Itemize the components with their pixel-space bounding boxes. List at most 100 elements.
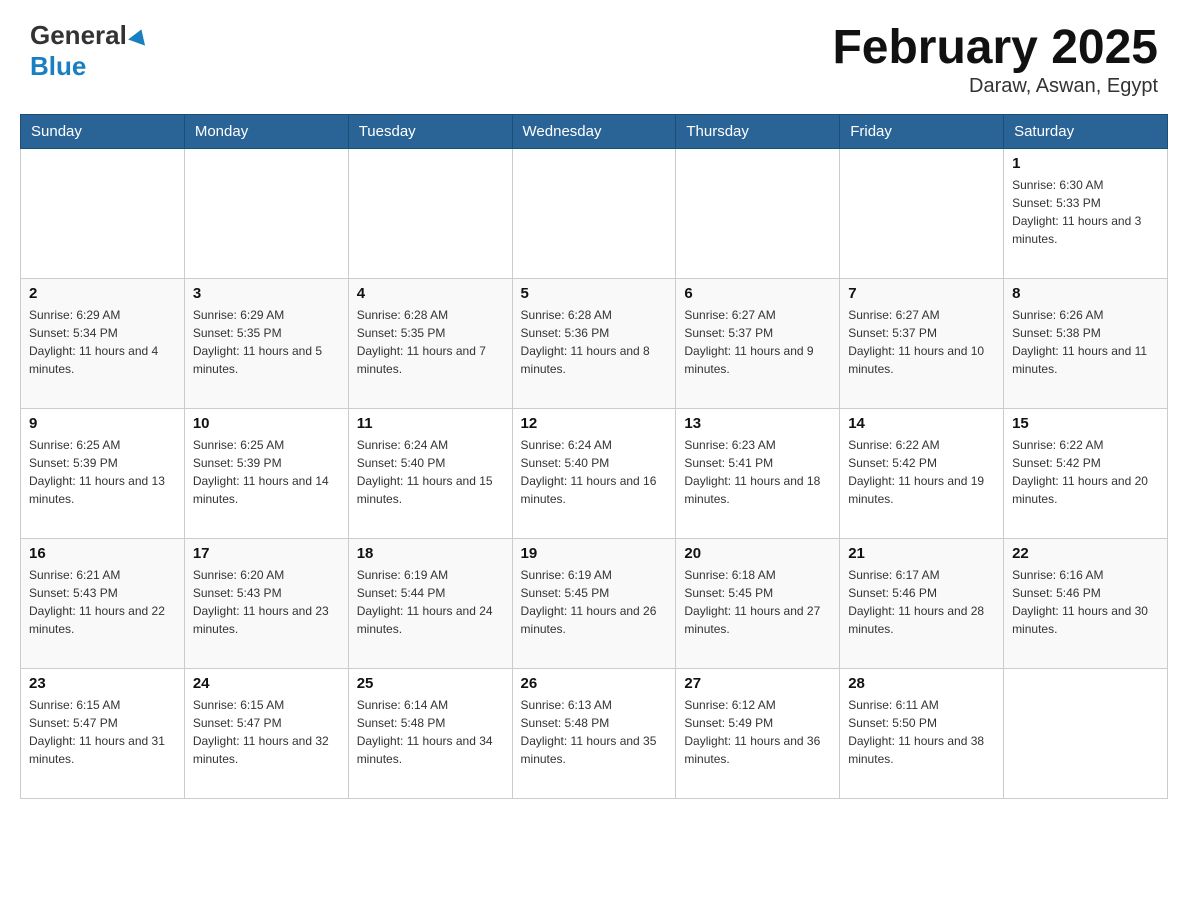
calendar-table: Sunday Monday Tuesday Wednesday Thursday… xyxy=(20,114,1168,799)
calendar-cell: 15 Sunrise: 6:22 AMSunset: 5:42 PMDayligh… xyxy=(1004,409,1168,539)
logo-general: General xyxy=(30,20,127,51)
day-number: 14 xyxy=(848,415,995,432)
day-info: Sunrise: 6:29 AMSunset: 5:34 PMDaylight:… xyxy=(29,306,176,378)
day-number: 3 xyxy=(193,285,340,302)
calendar-cell: 26 Sunrise: 6:13 AMSunset: 5:48 PMDayligh… xyxy=(512,669,676,799)
day-info: Sunrise: 6:27 AMSunset: 5:37 PMDaylight:… xyxy=(684,306,831,378)
calendar-cell: 11 Sunrise: 6:24 AMSunset: 5:40 PMDayligh… xyxy=(348,409,512,539)
day-number: 5 xyxy=(521,285,668,302)
col-thursday: Thursday xyxy=(676,115,840,149)
day-number: 6 xyxy=(684,285,831,302)
month-title: February 2025 xyxy=(832,20,1158,75)
day-number: 27 xyxy=(684,675,831,692)
day-info: Sunrise: 6:24 AMSunset: 5:40 PMDaylight:… xyxy=(521,436,668,508)
calendar-cell: 23 Sunrise: 6:15 AMSunset: 5:47 PMDayligh… xyxy=(21,669,185,799)
col-wednesday: Wednesday xyxy=(512,115,676,149)
calendar-week-row: 16Sunrise: 6:21 AMSunset: 5:43 PMDayligh… xyxy=(21,539,1168,669)
day-number: 12 xyxy=(521,415,668,432)
day-number: 8 xyxy=(1012,285,1159,302)
calendar-cell xyxy=(184,149,348,279)
day-number: 17 xyxy=(193,545,340,562)
calendar-cell: 18 Sunrise: 6:19 AMSunset: 5:44 PMDayligh… xyxy=(348,539,512,669)
calendar-cell: 9Sunrise: 6:25 AMSunset: 5:39 PMDaylight… xyxy=(21,409,185,539)
calendar-week-row: 2 Sunrise: 6:29 AMSunset: 5:34 PMDaylight… xyxy=(21,279,1168,409)
calendar-cell xyxy=(1004,669,1168,799)
day-info: Sunrise: 6:13 AMSunset: 5:48 PMDaylight:… xyxy=(521,696,668,768)
day-number: 25 xyxy=(357,675,504,692)
calendar-cell: 19 Sunrise: 6:19 AMSunset: 5:45 PMDayligh… xyxy=(512,539,676,669)
day-info: Sunrise: 6:12 AMSunset: 5:49 PMDaylight:… xyxy=(684,696,831,768)
calendar-cell: 21 Sunrise: 6:17 AMSunset: 5:46 PMDayligh… xyxy=(840,539,1004,669)
day-number: 18 xyxy=(357,545,504,562)
col-friday: Friday xyxy=(840,115,1004,149)
day-info: Sunrise: 6:25 AMSunset: 5:39 PMDaylight:… xyxy=(193,436,340,508)
calendar-cell: 5 Sunrise: 6:28 AMSunset: 5:36 PMDaylight… xyxy=(512,279,676,409)
day-info: Sunrise: 6:28 AMSunset: 5:36 PMDaylight:… xyxy=(521,306,668,378)
day-info: Sunrise: 6:16 AMSunset: 5:46 PMDaylight:… xyxy=(1012,566,1159,638)
calendar-cell xyxy=(512,149,676,279)
calendar-cell: 25 Sunrise: 6:14 AMSunset: 5:48 PMDayligh… xyxy=(348,669,512,799)
calendar-cell: 13 Sunrise: 6:23 AMSunset: 5:41 PMDayligh… xyxy=(676,409,840,539)
location: Daraw, Aswan, Egypt xyxy=(832,75,1158,98)
calendar-cell: 7Sunrise: 6:27 AMSunset: 5:37 PMDaylight… xyxy=(840,279,1004,409)
day-info: Sunrise: 6:17 AMSunset: 5:46 PMDaylight:… xyxy=(848,566,995,638)
day-number: 23 xyxy=(29,675,176,692)
page-header: General Blue February 2025 Daraw, Aswan,… xyxy=(20,20,1168,98)
logo: General Blue xyxy=(30,20,150,82)
day-number: 7 xyxy=(848,285,995,302)
day-info: Sunrise: 6:28 AMSunset: 5:35 PMDaylight:… xyxy=(357,306,504,378)
day-number: 1 xyxy=(1012,155,1159,172)
calendar-cell: 6 Sunrise: 6:27 AMSunset: 5:37 PMDaylight… xyxy=(676,279,840,409)
day-info: Sunrise: 6:26 AMSunset: 5:38 PMDaylight:… xyxy=(1012,306,1159,378)
col-saturday: Saturday xyxy=(1004,115,1168,149)
calendar-cell: 3 Sunrise: 6:29 AMSunset: 5:35 PMDaylight… xyxy=(184,279,348,409)
calendar-cell: 28 Sunrise: 6:11 AMSunset: 5:50 PMDayligh… xyxy=(840,669,1004,799)
calendar-cell xyxy=(840,149,1004,279)
day-info: Sunrise: 6:23 AMSunset: 5:41 PMDaylight:… xyxy=(684,436,831,508)
calendar-cell: 24 Sunrise: 6:15 AMSunset: 5:47 PMDayligh… xyxy=(184,669,348,799)
day-number: 26 xyxy=(521,675,668,692)
calendar-cell: 8 Sunrise: 6:26 AMSunset: 5:38 PMDaylight… xyxy=(1004,279,1168,409)
day-info: Sunrise: 6:11 AMSunset: 5:50 PMDaylight:… xyxy=(848,696,995,768)
calendar-cell xyxy=(676,149,840,279)
day-info: Sunrise: 6:25 AMSunset: 5:39 PMDaylight:… xyxy=(29,436,176,508)
day-number: 28 xyxy=(848,675,995,692)
calendar-cell: 2 Sunrise: 6:29 AMSunset: 5:34 PMDaylight… xyxy=(21,279,185,409)
calendar-cell: 10 Sunrise: 6:25 AMSunset: 5:39 PMDayligh… xyxy=(184,409,348,539)
col-tuesday: Tuesday xyxy=(348,115,512,149)
day-number: 4 xyxy=(357,285,504,302)
calendar-cell: 14 Sunrise: 6:22 AMSunset: 5:42 PMDayligh… xyxy=(840,409,1004,539)
day-info: Sunrise: 6:22 AMSunset: 5:42 PMDaylight:… xyxy=(848,436,995,508)
day-info: Sunrise: 6:18 AMSunset: 5:45 PMDaylight:… xyxy=(684,566,831,638)
day-number: 15 xyxy=(1012,415,1159,432)
calendar-week-row: 1 Sunrise: 6:30 AMSunset: 5:33 PMDaylight… xyxy=(21,149,1168,279)
title-block: February 2025 Daraw, Aswan, Egypt xyxy=(832,20,1158,98)
day-number: 16 xyxy=(29,545,176,562)
day-number: 22 xyxy=(1012,545,1159,562)
day-info: Sunrise: 6:20 AMSunset: 5:43 PMDaylight:… xyxy=(193,566,340,638)
day-number: 24 xyxy=(193,675,340,692)
col-sunday: Sunday xyxy=(21,115,185,149)
calendar-cell xyxy=(21,149,185,279)
day-info: Sunrise: 6:30 AMSunset: 5:33 PMDaylight:… xyxy=(1012,176,1159,248)
day-number: 11 xyxy=(357,415,504,432)
calendar-cell xyxy=(348,149,512,279)
day-number: 10 xyxy=(193,415,340,432)
day-info: Sunrise: 6:15 AMSunset: 5:47 PMDaylight:… xyxy=(193,696,340,768)
day-number: 19 xyxy=(521,545,668,562)
day-number: 13 xyxy=(684,415,831,432)
calendar-header-row: Sunday Monday Tuesday Wednesday Thursday… xyxy=(21,115,1168,149)
calendar-cell: 22 Sunrise: 6:16 AMSunset: 5:46 PMDayligh… xyxy=(1004,539,1168,669)
day-info: Sunrise: 6:19 AMSunset: 5:44 PMDaylight:… xyxy=(357,566,504,638)
logo-blue: Blue xyxy=(30,51,86,81)
day-info: Sunrise: 6:29 AMSunset: 5:35 PMDaylight:… xyxy=(193,306,340,378)
day-info: Sunrise: 6:24 AMSunset: 5:40 PMDaylight:… xyxy=(357,436,504,508)
calendar-cell: 16Sunrise: 6:21 AMSunset: 5:43 PMDayligh… xyxy=(21,539,185,669)
day-info: Sunrise: 6:15 AMSunset: 5:47 PMDaylight:… xyxy=(29,696,176,768)
day-info: Sunrise: 6:22 AMSunset: 5:42 PMDaylight:… xyxy=(1012,436,1159,508)
logo-text: General Blue xyxy=(30,20,150,82)
day-number: 21 xyxy=(848,545,995,562)
day-info: Sunrise: 6:19 AMSunset: 5:45 PMDaylight:… xyxy=(521,566,668,638)
day-info: Sunrise: 6:14 AMSunset: 5:48 PMDaylight:… xyxy=(357,696,504,768)
day-number: 2 xyxy=(29,285,176,302)
